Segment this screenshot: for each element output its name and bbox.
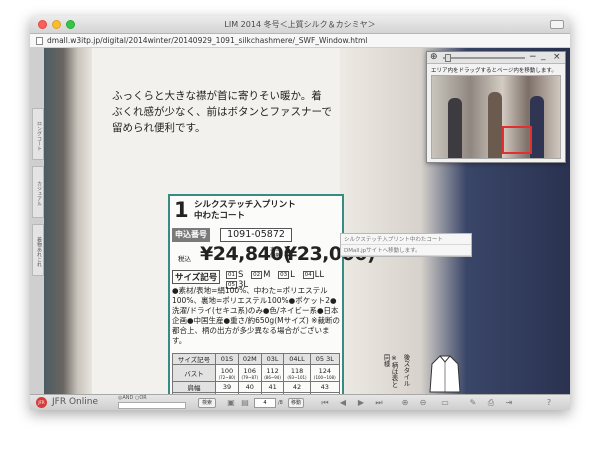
navigator-panel[interactable]: ⊕ − _ × エリア内をドラッグするとページ内を移動します。 <box>426 51 566 163</box>
table-cell: 124 (100~108) <box>309 364 341 382</box>
navigator-minimize-icon[interactable]: _ <box>541 51 546 61</box>
title-bar: LIM 2014 冬号＜上質シルク＆カシミヤ＞ <box>30 16 570 34</box>
last-page-icon[interactable]: ⏭ <box>374 398 384 408</box>
table-cell: 118 (93~101) <box>283 364 311 382</box>
navigator-hint: エリア内をドラッグするとページ内を移動します。 <box>431 68 557 74</box>
sidebar-tabs: ロングコート カジュアル 着物あれこれ <box>32 108 44 282</box>
brand-name: JFR Online <box>52 397 98 407</box>
table-cell: 106 (79~87) <box>237 364 262 382</box>
page-number-input[interactable]: 4 <box>254 398 276 408</box>
product-description: ●素材/表地=絹100%、中わた=ポリエステル100%、裏地=ポリエステル100… <box>172 286 340 345</box>
row-label: バスト <box>171 364 217 382</box>
next-page-icon[interactable]: ▶ <box>356 398 366 408</box>
table-header-cell: 02M <box>237 353 262 365</box>
table-cell: 41 <box>260 381 285 393</box>
table-header-cell: 03L <box>260 353 285 365</box>
thumbnail-figure <box>530 96 544 158</box>
keyword-search-input[interactable] <box>118 402 186 409</box>
tooltip-product-name: シルクステッチ入プリント中わたコート <box>341 234 471 245</box>
navigator-thumbnail[interactable] <box>431 75 561 159</box>
size-option: 02 M <box>251 270 271 280</box>
order-number-label: 申込番号 <box>172 228 210 242</box>
navigator-viewport-rect[interactable] <box>502 126 532 154</box>
table-cell: 42 <box>283 381 311 393</box>
back-style-label: 後スタイル <box>402 354 410 387</box>
table-row: バスト 100 (72~80) 106 (79~87) 112 (86~94) 118… <box>171 364 341 382</box>
page-thumbnail-icon[interactable]: ▣ <box>226 398 236 408</box>
coat-back-illustration-icon <box>429 355 461 393</box>
base-price-label: 本体価格 <box>270 247 281 259</box>
back-pattern-note: ※柄は表と同様 <box>382 354 398 388</box>
table-cell: 40 <box>237 381 262 393</box>
product-box[interactable]: 1 シルクステッチ入プリント 中わたコート 申込番号 1091-05872 税込… <box>168 194 376 394</box>
page-total: /8 <box>278 400 283 406</box>
catch-copy: ふっくらと大きな襟が首に寄りそい暖か。着ぶくれ感が少なく、前はボタンとファスナー… <box>112 90 332 134</box>
go-to-page-button[interactable]: 移動 <box>288 398 304 408</box>
navigator-slider-knob[interactable] <box>445 54 451 62</box>
previous-page-icon[interactable]: ◀ <box>338 398 348 408</box>
sidebar-tab-2[interactable]: カジュアル <box>32 166 44 218</box>
toolbar-toggle-button[interactable] <box>550 20 564 29</box>
table-cell: 39 <box>215 381 239 393</box>
table-cell: 100 (72~80) <box>215 364 239 382</box>
viewer-toolbar: JFR JFR Online ◎AND ○OR 検索 ▣ ▤ 4 /8 移動 ⏮… <box>30 394 570 410</box>
window-title: LIM 2014 冬号＜上質シルク＆カシミヤ＞ <box>224 20 376 29</box>
page-spread-icon[interactable]: ▤ <box>240 398 250 408</box>
help-icon[interactable]: ? <box>544 398 554 408</box>
first-page-icon[interactable]: ⏮ <box>320 398 330 408</box>
search-button[interactable]: 検索 <box>198 398 216 408</box>
link-tooltip[interactable]: シルクステッチ入プリント中わたコート DMall.jpサイトへ移動します。 <box>340 233 472 257</box>
address-bar[interactable]: dmall.w3itp.jp/digital/2014winter/201409… <box>30 34 570 48</box>
product-name: シルクステッチ入プリント 中わたコート <box>194 200 296 221</box>
table-header-cell: サイズ記号 <box>171 353 217 365</box>
navigator-zoom-in-icon[interactable]: ⊕ <box>430 52 438 62</box>
zoom-in-icon[interactable]: ⊕ <box>400 398 410 408</box>
left-page-photo <box>44 48 92 394</box>
url-text[interactable]: dmall.w3itp.jp/digital/2014winter/201409… <box>47 36 367 45</box>
and-or-radio[interactable]: ◎AND ○OR <box>118 395 147 401</box>
brand-logo: JFR <box>36 397 47 408</box>
navigator-close-icon[interactable]: × <box>553 52 561 62</box>
size-table: サイズ記号 01S 02M 03L 04LL 05 3L バスト 100 (72~… <box>171 353 341 394</box>
table-cell: 112 (86~94) <box>260 364 285 382</box>
order-number: 1091-05872 <box>220 228 292 242</box>
size-option: 01 S <box>226 270 244 280</box>
navigator-zoom-out-icon[interactable]: − <box>529 52 537 62</box>
zoom-out-icon[interactable]: ⊖ <box>418 398 428 408</box>
navigator-zoom-slider[interactable] <box>443 54 525 62</box>
exit-icon[interactable]: ⇥ <box>504 398 514 408</box>
size-option: 03 L <box>278 270 295 280</box>
size-option: 04 LL <box>302 270 325 280</box>
table-header-row: サイズ記号 01S 02M 03L 04LL 05 3L <box>171 353 341 365</box>
sidebar-tab-1[interactable]: ロングコート <box>32 108 44 160</box>
table-header-cell: 01S <box>215 353 239 365</box>
bookmark-icon[interactable]: ✎ <box>468 398 478 408</box>
tax-included-label: 税込 <box>178 255 191 263</box>
tooltip-link-text: DMall.jpサイトへ移動します。 <box>341 245 471 256</box>
page-icon <box>36 37 43 45</box>
table-row: 肩幅 39 40 41 42 43 <box>171 381 341 393</box>
navigator-toolbar: ⊕ − _ × <box>427 51 565 64</box>
table-header-cell: 05 3L <box>309 353 341 365</box>
table-cell: 43 <box>309 381 341 393</box>
thumbnail-figure <box>448 98 462 158</box>
product-number: 1 <box>174 198 189 222</box>
print-icon[interactable]: ⎙ <box>486 398 496 408</box>
row-label: 肩幅 <box>171 381 217 393</box>
fit-page-icon[interactable]: ▭ <box>440 398 450 408</box>
size-code-label: サイズ記号 <box>172 270 221 284</box>
table-header-cell: 04LL <box>283 353 311 365</box>
sidebar-tab-3[interactable]: 着物あれこれ <box>32 224 44 276</box>
thumbnail-figure <box>488 92 502 158</box>
